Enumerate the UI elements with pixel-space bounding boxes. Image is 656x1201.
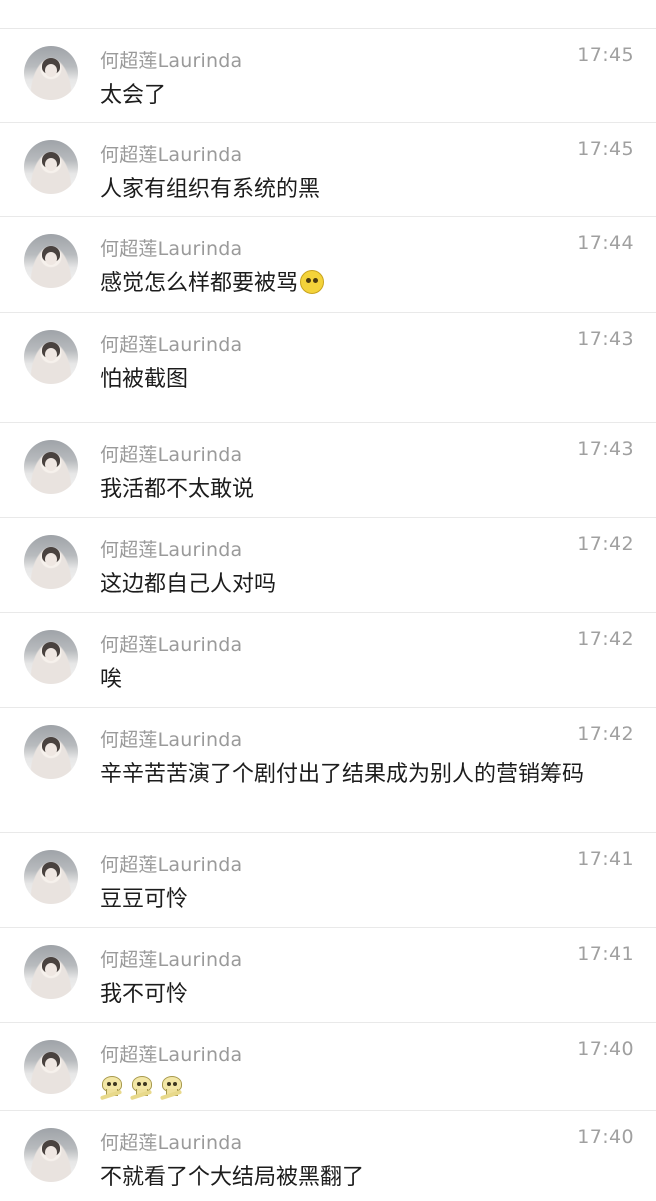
skull-icon	[129, 1076, 153, 1101]
sender-name: 何超莲Laurinda	[100, 539, 243, 561]
list-item[interactable]: 何超莲Laurinda 17:41 我不可怜	[0, 928, 656, 1023]
sender-name: 何超莲Laurinda	[100, 1132, 243, 1154]
message-time: 17:42	[577, 533, 634, 555]
message-time: 17:43	[577, 438, 634, 460]
list-item[interactable]: 何超莲Laurinda 17:43 怕被截图	[0, 313, 656, 423]
avatar[interactable]	[24, 945, 78, 999]
sender-name: 何超莲Laurinda	[100, 238, 243, 260]
message-text: 怕被截图	[100, 367, 189, 392]
avatar[interactable]	[24, 1040, 78, 1094]
message-time: 17:42	[577, 723, 634, 745]
message-text: 不就看了个大结局被黑翻了	[100, 1165, 365, 1190]
avatar[interactable]	[24, 850, 78, 904]
message-list: 何超莲Laurinda 17:45 太会了 何超莲Laurinda 17:45 …	[0, 29, 656, 1201]
list-item[interactable]: 何超莲Laurinda 17:43 我活都不太敢说	[0, 423, 656, 518]
message-text: 这边都自己人对吗	[100, 572, 277, 597]
message-time: 17:40	[577, 1038, 634, 1060]
sender-name: 何超莲Laurinda	[100, 50, 243, 72]
message-time: 17:44	[577, 232, 634, 254]
sender-name: 何超莲Laurinda	[100, 634, 243, 656]
avatar[interactable]	[24, 46, 78, 100]
message-time: 17:42	[577, 628, 634, 650]
skull-icon	[159, 1076, 183, 1101]
pleading-face-icon	[300, 270, 325, 294]
top-bar	[0, 0, 656, 29]
sender-name: 何超莲Laurinda	[100, 854, 243, 876]
message-time: 17:41	[577, 943, 634, 965]
message-time: 17:41	[577, 848, 634, 870]
sender-name: 何超莲Laurinda	[100, 334, 243, 356]
message-time: 17:45	[577, 44, 634, 66]
message-text: 唉	[100, 667, 123, 692]
sender-name: 何超莲Laurinda	[100, 144, 243, 166]
sender-name: 何超莲Laurinda	[100, 949, 243, 971]
list-item[interactable]: 何超莲Laurinda 17:41 豆豆可怜	[0, 833, 656, 928]
avatar[interactable]	[24, 725, 78, 779]
message-emoji-line	[99, 1074, 586, 1105]
message-line: 感觉怎么样都要被骂	[100, 268, 586, 299]
sender-name: 何超莲Laurinda	[100, 1044, 243, 1066]
message-time: 17:45	[577, 138, 634, 160]
avatar[interactable]	[24, 535, 78, 589]
message-text: 太会了	[100, 83, 167, 108]
list-item[interactable]: 何超莲Laurinda 17:40 不就看了个大结局被黑翻了	[0, 1111, 656, 1201]
list-item[interactable]: 何超莲Laurinda 17:45 太会了	[0, 29, 656, 123]
avatar[interactable]	[24, 630, 78, 684]
sender-name: 何超莲Laurinda	[100, 729, 243, 751]
avatar[interactable]	[24, 330, 78, 384]
list-item[interactable]: 何超莲Laurinda 17:42 这边都自己人对吗	[0, 518, 656, 613]
sender-name: 何超莲Laurinda	[100, 444, 243, 466]
list-item[interactable]: 何超莲Laurinda 17:40	[0, 1023, 656, 1111]
message-text: 辛辛苦苦演了个剧付出了结果成为别人的营销筹码	[100, 762, 585, 787]
avatar[interactable]	[24, 1128, 78, 1182]
avatar[interactable]	[24, 234, 78, 288]
list-item[interactable]: 何超莲Laurinda 17:44 感觉怎么样都要被骂	[0, 217, 656, 313]
skull-icon	[99, 1076, 123, 1101]
avatar[interactable]	[24, 440, 78, 494]
list-item[interactable]: 何超莲Laurinda 17:42 唉	[0, 613, 656, 708]
message-text: 我不可怜	[100, 982, 189, 1007]
list-item[interactable]: 何超莲Laurinda 17:42 辛辛苦苦演了个剧付出了结果成为别人的营销筹码	[0, 708, 656, 833]
message-text: 感觉怎么样都要被骂	[100, 271, 299, 296]
avatar[interactable]	[24, 140, 78, 194]
list-item[interactable]: 何超莲Laurinda 17:45 人家有组织有系统的黑	[0, 123, 656, 217]
message-text: 豆豆可怜	[100, 887, 189, 912]
message-text: 我活都不太敢说	[100, 477, 255, 502]
message-text: 人家有组织有系统的黑	[100, 177, 321, 202]
message-time: 17:40	[577, 1126, 634, 1148]
message-time: 17:43	[577, 328, 634, 350]
